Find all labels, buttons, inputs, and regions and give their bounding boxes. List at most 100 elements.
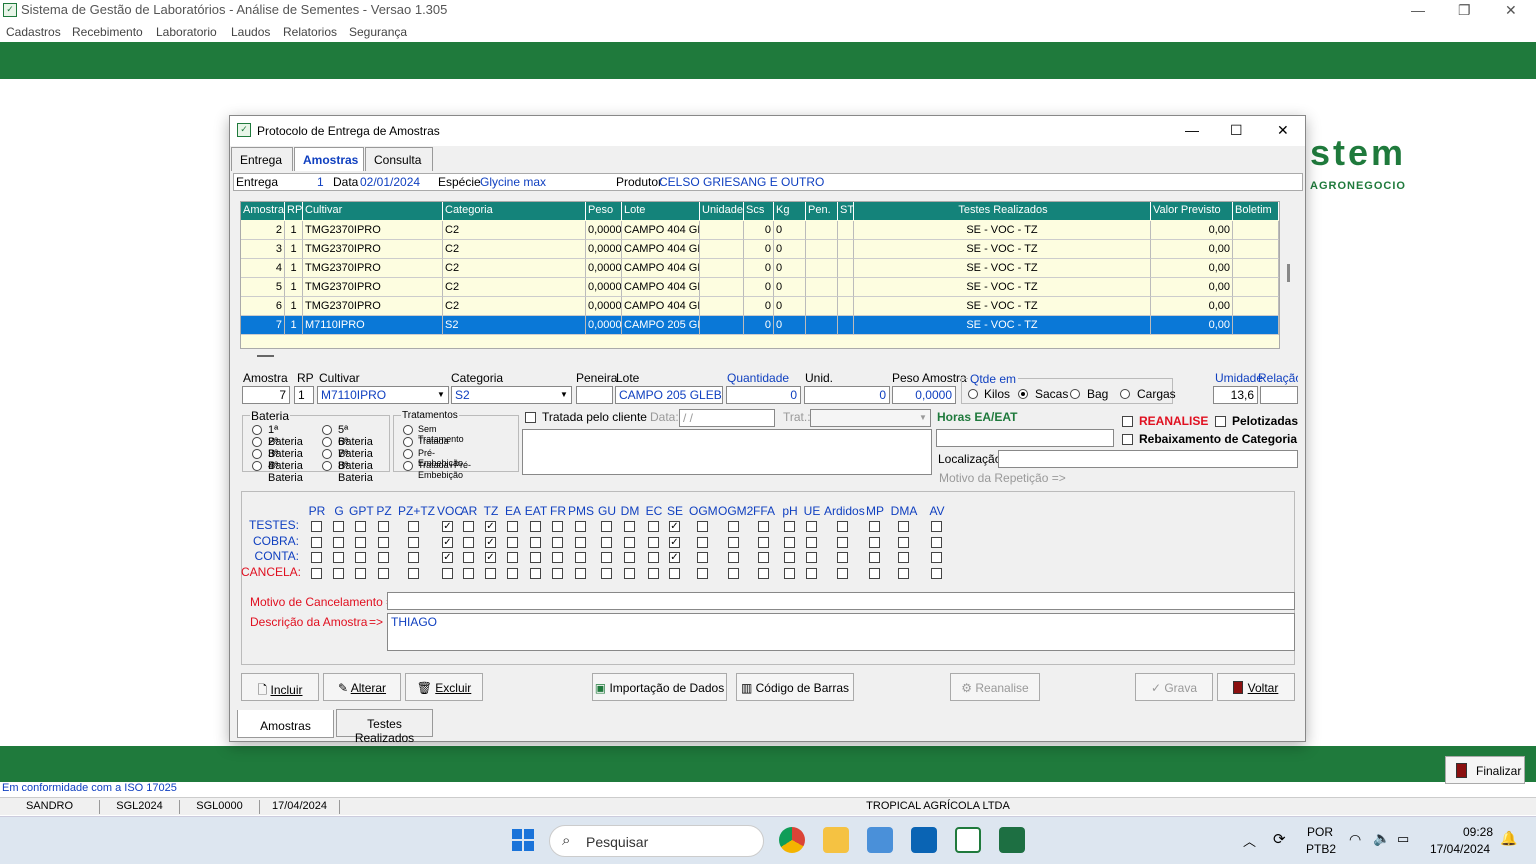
menu-cadastros[interactable]: Cadastros bbox=[6, 25, 61, 39]
test-checkbox[interactable] bbox=[408, 552, 419, 563]
test-checkbox[interactable] bbox=[869, 521, 880, 532]
test-checkbox[interactable] bbox=[463, 536, 474, 548]
grid-header-pen-[interactable]: Pen. bbox=[806, 202, 838, 220]
test-checkbox[interactable] bbox=[333, 536, 344, 548]
test-checkbox[interactable] bbox=[931, 536, 942, 548]
test-checkbox[interactable] bbox=[552, 552, 563, 563]
test-checkbox[interactable] bbox=[624, 567, 635, 579]
test-checkbox[interactable] bbox=[601, 521, 612, 532]
radio-cargas[interactable] bbox=[1120, 389, 1130, 399]
test-checkbox[interactable] bbox=[408, 521, 419, 532]
table-row[interactable]: 4 1 TMG2370IPRO C2 0,0000 CAMPO 404 GL 0 0 SE - … bbox=[241, 259, 1279, 278]
grid-scrollbar[interactable] bbox=[1287, 264, 1290, 282]
peso-amostra-field[interactable]: 0,0000 bbox=[892, 386, 956, 404]
umidade-field[interactable]: 13,6 bbox=[1213, 386, 1258, 404]
chevron-down-icon[interactable]: ▼ bbox=[557, 387, 571, 403]
test-checkbox[interactable] bbox=[378, 567, 389, 579]
wifi-icon[interactable]: ◠ bbox=[1349, 831, 1361, 848]
radio-tratamento-2[interactable] bbox=[403, 437, 413, 447]
test-checkbox[interactable] bbox=[333, 552, 344, 563]
test-checkbox[interactable] bbox=[898, 536, 909, 548]
test-checkbox[interactable] bbox=[333, 567, 344, 579]
finalizar-button[interactable]: Finalizar bbox=[1445, 756, 1525, 784]
test-checkbox[interactable] bbox=[758, 521, 769, 532]
chevron-up-icon[interactable]: ︿ bbox=[1243, 831, 1256, 850]
test-checkbox[interactable] bbox=[463, 567, 474, 579]
test-checkbox[interactable] bbox=[758, 552, 769, 563]
dialog-maximize-icon[interactable]: ☐ bbox=[1230, 122, 1243, 139]
test-checkbox[interactable] bbox=[728, 521, 739, 532]
test-checkbox[interactable] bbox=[355, 521, 366, 532]
test-checkbox[interactable] bbox=[869, 552, 880, 563]
app-icon-blue[interactable] bbox=[867, 827, 893, 853]
tratada-cliente-checkbox[interactable] bbox=[525, 412, 536, 423]
test-checkbox[interactable] bbox=[624, 521, 635, 532]
test-checkbox[interactable] bbox=[806, 521, 817, 532]
test-checkbox[interactable]: ✓ bbox=[442, 536, 453, 548]
test-checkbox[interactable] bbox=[784, 567, 795, 579]
layout-label[interactable]: PTB2 bbox=[1306, 842, 1336, 856]
test-checkbox[interactable] bbox=[697, 521, 708, 532]
voltar-button[interactable]: Voltar bbox=[1217, 673, 1295, 701]
close-icon[interactable]: ✕ bbox=[1505, 2, 1517, 19]
radio-tratamento-3[interactable] bbox=[403, 449, 413, 459]
amostra-field[interactable]: 7 bbox=[242, 386, 290, 404]
grid-header-unidade[interactable]: Unidade bbox=[700, 202, 744, 220]
test-checkbox[interactable] bbox=[408, 536, 419, 548]
sync-icon[interactable]: ⟳ bbox=[1273, 830, 1286, 848]
radio-bateria-2[interactable] bbox=[252, 437, 262, 447]
test-checkbox[interactable] bbox=[837, 536, 848, 548]
test-checkbox[interactable] bbox=[530, 567, 541, 579]
chevron-down-icon[interactable]: ▼ bbox=[916, 410, 930, 426]
test-checkbox[interactable] bbox=[575, 536, 586, 548]
horas-ea-eat-field[interactable] bbox=[936, 429, 1114, 447]
dialog-close-icon[interactable]: ✕ bbox=[1277, 122, 1289, 139]
table-row[interactable]: 6 1 TMG2370IPRO C2 0,0000 CAMPO 404 GL 0 0 SE - … bbox=[241, 297, 1279, 316]
test-checkbox[interactable] bbox=[507, 567, 518, 579]
test-checkbox[interactable] bbox=[648, 552, 659, 563]
test-checkbox[interactable] bbox=[837, 567, 848, 579]
grid-header-scs[interactable]: Scs bbox=[744, 202, 774, 220]
grid-header-boletim[interactable]: Boletim bbox=[1233, 202, 1279, 220]
categoria-select[interactable]: S2 bbox=[451, 386, 572, 404]
windows-start-icon[interactable] bbox=[512, 829, 534, 851]
volume-icon[interactable]: 🔈 bbox=[1373, 830, 1390, 847]
unid-field[interactable]: 0 bbox=[804, 386, 890, 404]
chevron-down-icon[interactable]: ▼ bbox=[434, 387, 448, 403]
observacao-area[interactable] bbox=[522, 429, 932, 475]
radio-bateria-1[interactable] bbox=[252, 425, 262, 435]
restore-icon[interactable]: ❐ bbox=[1458, 2, 1471, 19]
test-checkbox[interactable] bbox=[648, 521, 659, 532]
test-checkbox[interactable] bbox=[575, 567, 586, 579]
radio-bateria-6[interactable] bbox=[322, 437, 332, 447]
excluir-button[interactable]: 🗑 Excluir bbox=[405, 673, 483, 701]
test-checkbox[interactable] bbox=[552, 567, 563, 579]
radio-kilos[interactable] bbox=[968, 389, 978, 399]
grava-button[interactable]: ✓ Grava bbox=[1135, 673, 1213, 701]
test-checkbox[interactable] bbox=[806, 536, 817, 548]
test-checkbox[interactable] bbox=[869, 536, 880, 548]
peneira-field[interactable] bbox=[576, 386, 613, 404]
data-trat-field[interactable]: / / bbox=[679, 409, 775, 427]
grid-header-categoria[interactable]: Categoria bbox=[443, 202, 586, 220]
folder-icon[interactable] bbox=[823, 827, 849, 853]
outlook-icon[interactable] bbox=[911, 827, 937, 853]
chrome-icon[interactable] bbox=[779, 827, 805, 853]
test-checkbox[interactable] bbox=[507, 536, 518, 548]
test-checkbox[interactable] bbox=[728, 567, 739, 579]
reanalise-button[interactable]: ⚙ Reanalise bbox=[950, 673, 1040, 701]
grid-header-rp[interactable]: RP bbox=[285, 202, 303, 220]
test-checkbox[interactable] bbox=[355, 567, 366, 579]
reanalise-checkbox[interactable] bbox=[1122, 416, 1133, 427]
incluir-button[interactable]: 🗋 Incluir bbox=[241, 673, 319, 701]
test-checkbox[interactable] bbox=[601, 552, 612, 563]
radio-sacas[interactable] bbox=[1018, 389, 1028, 399]
bottom-tab-amostras[interactable]: Amostras bbox=[237, 710, 334, 738]
test-checkbox[interactable] bbox=[378, 521, 389, 532]
test-checkbox[interactable]: ✓ bbox=[485, 552, 496, 563]
test-checkbox[interactable] bbox=[408, 567, 419, 579]
test-checkbox[interactable] bbox=[530, 552, 541, 563]
lote-field[interactable]: CAMPO 205 GLEBA 0 bbox=[615, 386, 723, 404]
test-checkbox[interactable]: ✓ bbox=[669, 521, 680, 532]
table-row[interactable]: 3 1 TMG2370IPRO C2 0,0000 CAMPO 404 GL 0 0 SE - … bbox=[241, 240, 1279, 259]
